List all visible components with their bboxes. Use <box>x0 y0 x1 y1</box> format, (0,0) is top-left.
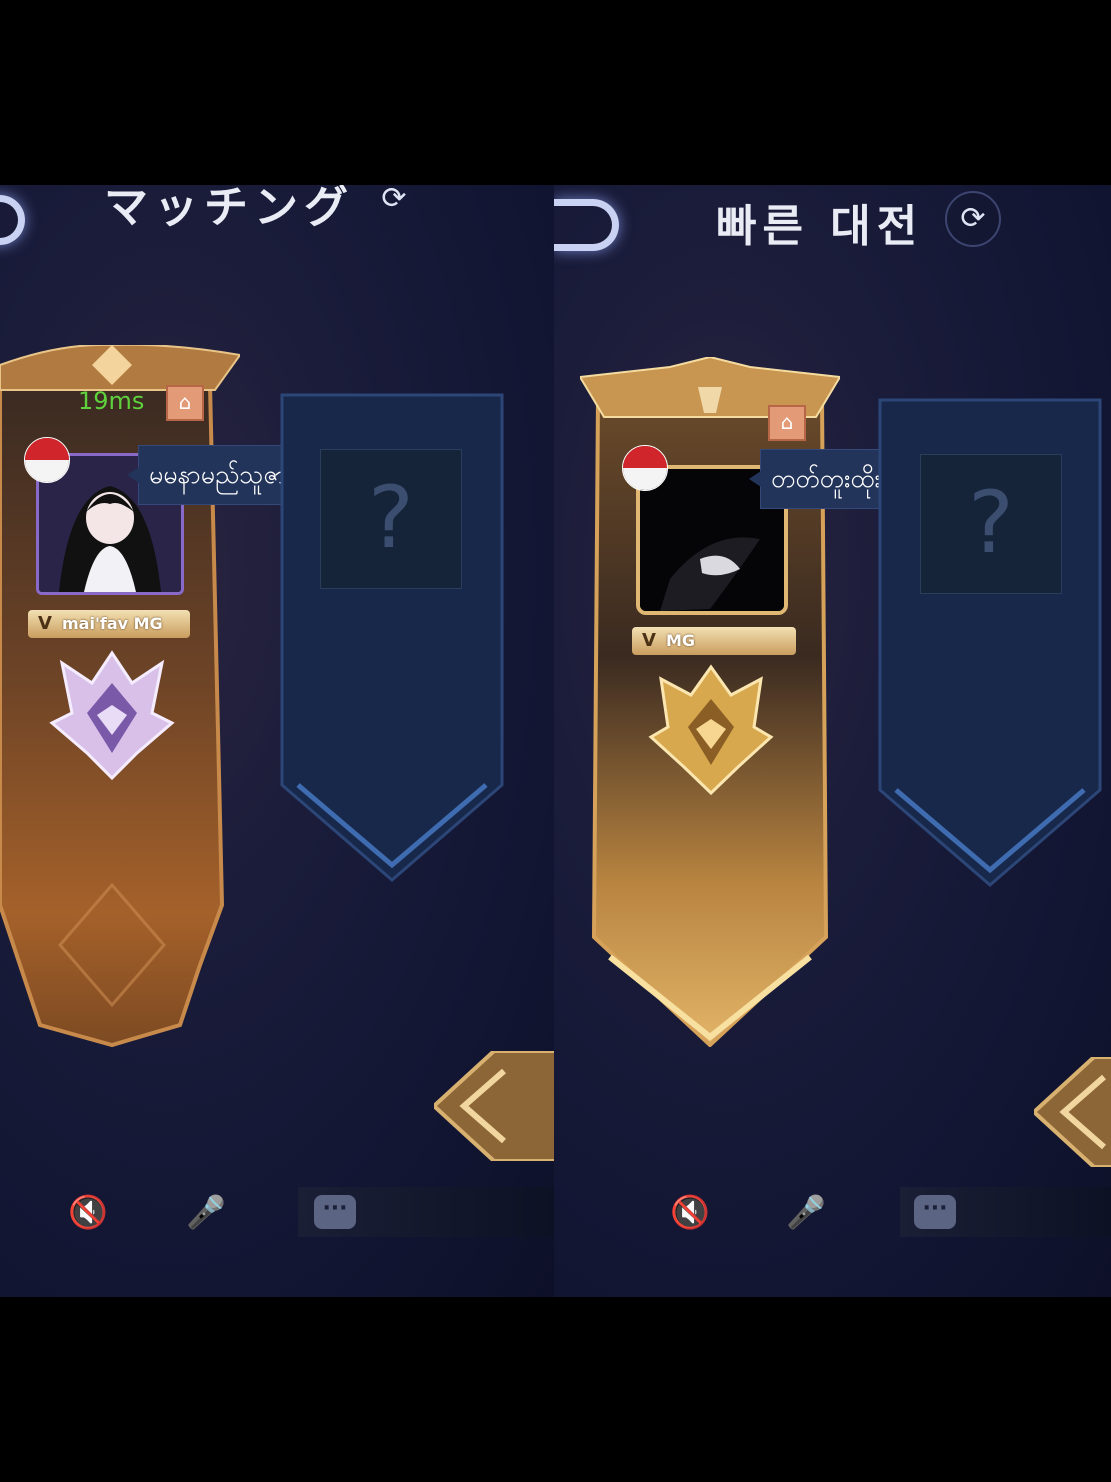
chat-icon[interactable]: ··· <box>914 1195 956 1229</box>
mythic-rank-icon <box>648 664 774 796</box>
right-match-panel: 빠른 대전 ⟳ ⌂ V MG တတ်တူးထိုးမယ်>< ? 🔇 🎤 ··· <box>554 185 1111 1297</box>
next-arrow-button[interactable] <box>434 1051 554 1161</box>
back-button[interactable] <box>554 199 619 251</box>
indonesia-flag-icon <box>24 437 70 483</box>
next-arrow-button[interactable] <box>1034 1057 1111 1167</box>
indonesia-flag-icon <box>622 445 668 491</box>
player-name: MG <box>666 631 696 650</box>
refresh-button[interactable]: ⟳ <box>368 185 420 225</box>
page-title: 빠른 대전 <box>716 201 924 252</box>
unknown-player-box: ? <box>920 454 1062 594</box>
unknown-player-box: ? <box>320 449 462 589</box>
ping-label: 19ms <box>78 387 145 415</box>
speaker-muted-icon[interactable]: 🔇 <box>670 1193 710 1231</box>
player-nametag: V mai'fav MG <box>28 610 190 638</box>
v-badge-icon: V <box>642 630 656 651</box>
left-match-panel: マッチング ⟳ 19ms ⌂ V mai'fav MG မမနာမည်သူဇာမ… <box>0 185 554 1297</box>
home-icon: ⌂ <box>166 385 204 421</box>
page-title: マッチング <box>104 185 354 233</box>
player-name: mai'fav MG <box>62 614 163 633</box>
mythic-rank-icon <box>49 650 175 781</box>
mic-muted-icon[interactable]: 🎤 <box>186 1193 226 1231</box>
refresh-button[interactable]: ⟳ <box>945 191 1001 247</box>
home-icon: ⌂ <box>768 405 806 441</box>
back-button[interactable] <box>0 195 25 245</box>
v-badge-icon: V <box>38 613 52 634</box>
empty-player-slot: ? <box>876 390 1104 890</box>
speaker-muted-icon[interactable]: 🔇 <box>68 1193 108 1231</box>
mic-muted-icon[interactable]: 🎤 <box>786 1193 826 1231</box>
chat-icon[interactable]: ··· <box>314 1195 356 1229</box>
player-nametag: V MG <box>632 627 796 655</box>
empty-player-slot: ? <box>278 385 506 885</box>
